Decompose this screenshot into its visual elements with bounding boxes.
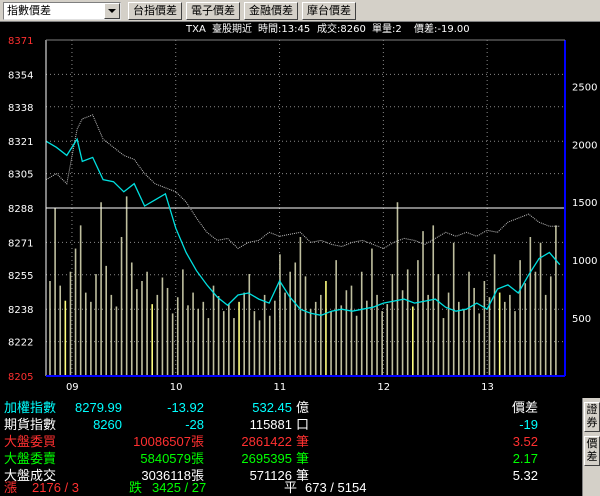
price-tick-label: 8238 <box>8 305 33 316</box>
chart-canvas: 8205 8222 8238 8255 8271 8288 8305 8321 8338 8354… <box>8 22 597 393</box>
down-label: 跌 <box>129 480 143 495</box>
price-tick-label: 8321 <box>8 137 33 148</box>
electronics-spread-button[interactable]: 電子價差 <box>186 2 240 20</box>
quote-label: 加權指數 <box>4 400 57 415</box>
volume-tick-label: 1500 <box>572 198 597 209</box>
quote-ask-ratio: 2.17 <box>512 451 538 466</box>
futures-price-line <box>45 137 561 316</box>
price-tick-label: 8255 <box>8 271 33 282</box>
price-tick-label: 8288 <box>8 204 33 215</box>
quote-bid-ratio: 3.52 <box>512 434 538 449</box>
quote-row-ask: 大盤委賣 5840579張 2695395 筆 2.17 <box>0 450 582 467</box>
tab-spread[interactable]: 價差 <box>584 436 600 466</box>
chart-time: 時間:13:45 <box>258 23 310 35</box>
chart-type-select[interactable]: 指數價差 <box>3 2 121 20</box>
quote-contracts: 115881 <box>249 417 292 432</box>
chart-spread: 價差:-19.00 <box>414 22 470 35</box>
quote-unit: 筆 <box>296 434 310 449</box>
chart-symbol: TXA <box>185 24 206 35</box>
up-label: 漲 <box>4 480 18 495</box>
spot-index-line <box>45 114 560 250</box>
chart-type-select-value: 指數價差 <box>7 4 51 17</box>
market-quote-panel: 加權指數 8279.99 -13.92 532.45 億 價差 期貨指數 826… <box>0 398 582 496</box>
quote-row-taiex: 加權指數 8279.99 -13.92 532.45 億 價差 <box>0 399 582 416</box>
quote-price: 8260 <box>93 417 122 432</box>
finance-spread-button[interactable]: 金融價差 <box>244 2 298 20</box>
flat-label: 平 <box>284 480 298 495</box>
quote-bid-lots: 10086507張 <box>133 434 204 449</box>
intraday-chart: 8205 8222 8238 8255 8271 8288 8305 8321 8338 8354… <box>0 22 600 398</box>
quote-label: 大盤委賣 <box>4 451 57 466</box>
quote-ask-lots: 5840579張 <box>140 451 204 466</box>
side-tab-bar: 證券 價差 <box>582 398 600 496</box>
up-count: 2176 / 3 <box>32 480 79 495</box>
tab-securities[interactable]: 證券 <box>584 402 600 432</box>
price-tick-label: 8338 <box>8 103 33 114</box>
time-tick-label: 11 <box>274 382 287 393</box>
quote-row-bid: 大盤委買 10086507張 2861422 筆 3.52 <box>0 433 582 450</box>
quote-label: 大盤委買 <box>4 434 57 449</box>
flat-count: 673 / 5154 <box>305 480 367 495</box>
time-tick-label: 09 <box>66 382 79 393</box>
quote-price: 8279.99 <box>75 400 122 415</box>
chart-unit-volume: 單量:2 <box>372 23 402 35</box>
volume-tick-label: 2000 <box>572 140 597 151</box>
quote-unit: 筆 <box>296 451 310 466</box>
chevron-down-icon[interactable] <box>104 3 120 19</box>
price-tick-label: 8354 <box>8 70 33 81</box>
price-tick-label: 8205 <box>8 372 33 383</box>
chart-header: TXA 臺股期近 時間:13:45 成交:8260 單量:2 價差:-19.00 <box>185 22 470 35</box>
quote-row-futures: 期貨指數 8260 -28 115881 口 -19 <box>0 416 582 433</box>
quote-spread-value: -19 <box>519 417 538 432</box>
chart-contract: 臺股期近 <box>212 22 252 35</box>
taiex-spread-button[interactable]: 台指價差 <box>128 2 182 20</box>
price-tick-label: 8305 <box>8 170 33 181</box>
quote-unit: 口 <box>296 417 310 432</box>
quote-bid-orders: 2861422 <box>241 434 292 449</box>
quote-change: -28 <box>185 417 204 432</box>
price-tick-label: 8371 <box>8 36 33 47</box>
price-tick-label: 8222 <box>8 338 33 349</box>
time-tick-label: 10 <box>170 382 183 393</box>
volume-tick-label: 2500 <box>572 82 597 93</box>
quote-ask-orders: 2695395 <box>241 451 292 466</box>
chart-volume-total: 成交:8260 <box>317 22 366 35</box>
volume-tick-label: 1000 <box>572 256 597 267</box>
volume-tick-label: 500 <box>572 314 591 325</box>
price-series <box>45 114 561 316</box>
toolbar: 指數價差 台指價差 電子價差 金融價差 摩台價差 <box>0 0 600 22</box>
time-tick-label: 13 <box>481 382 494 393</box>
market-breadth-row: 漲 2176 / 3 跌 3425 / 27 平 673 / 5154 <box>0 479 582 496</box>
down-count: 3425 / 27 <box>152 480 207 495</box>
quote-change: -13.92 <box>167 400 204 415</box>
quote-turnover: 532.45 <box>252 400 292 415</box>
volume-bars <box>49 196 557 376</box>
quote-unit: 億 <box>296 400 310 415</box>
quote-spread-label: 價差 <box>511 400 538 415</box>
price-tick-label: 8271 <box>8 238 33 249</box>
quote-label: 期貨指數 <box>4 417 57 432</box>
time-tick-label: 12 <box>377 382 390 393</box>
msci-spread-button[interactable]: 摩台價差 <box>302 2 356 20</box>
